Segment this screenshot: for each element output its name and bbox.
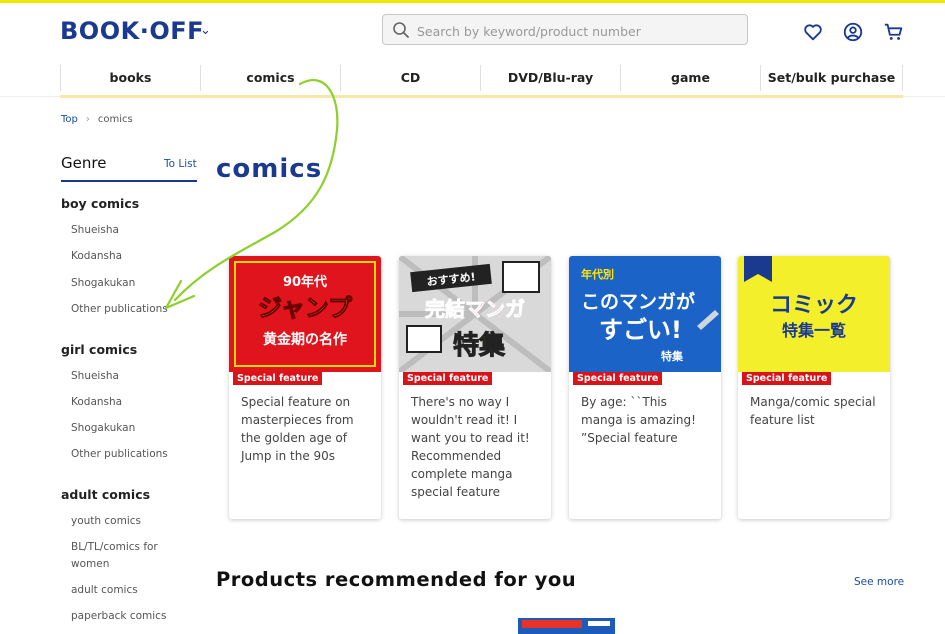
nav-item-set-bulk[interactable]: Set/bulk purchase: [760, 65, 903, 91]
feature-card-comic-list[interactable]: コミック 特集一覧 Special feature Manga/comic sp…: [738, 256, 890, 519]
account-icon[interactable]: [842, 21, 864, 43]
breadcrumb: Top › comics: [61, 114, 133, 125]
search-icon[interactable]: [392, 21, 410, 39]
sidebar-heading-boy-comics[interactable]: boy comics: [61, 196, 139, 211]
breadcrumb-top-link[interactable]: Top: [61, 114, 78, 125]
svg-text:黄金期の名作: 黄金期の名作: [263, 331, 347, 348]
nav-item-game[interactable]: game: [620, 65, 760, 91]
svg-text:年代別: 年代別: [581, 267, 614, 281]
feature-card-jump-90s[interactable]: 90年代 ジャンプ 黄金期の名作 Special feature Special…: [229, 256, 381, 519]
card-description: By age: ``This manga is amazing! ”Specia…: [581, 395, 696, 445]
special-feature-badge: Special feature: [573, 372, 663, 385]
sidebar-item-bl-tl[interactable]: BL/TL/comics for women: [71, 539, 191, 573]
nav-item-dvd-bluray[interactable]: DVD/Blu-ray: [480, 65, 620, 91]
main-nav: books comics CD DVD/Blu-ray game Set/bul…: [60, 65, 903, 91]
svg-text:特集一覧: 特集一覧: [782, 321, 846, 340]
svg-text:90年代: 90年代: [283, 274, 327, 290]
nav-item-books[interactable]: books: [60, 65, 200, 91]
chevron-right-icon: ›: [85, 114, 90, 125]
product-thumbnail[interactable]: [518, 618, 615, 634]
sidebar-heading-adult-comics[interactable]: adult comics: [61, 487, 150, 502]
genre-underline: [61, 180, 197, 182]
sidebar-item-boy-other[interactable]: Other publications: [71, 301, 191, 318]
search-box[interactable]: [382, 14, 748, 45]
sidebar-item-girl-shogakukan[interactable]: Shogakukan: [71, 420, 191, 437]
sidebar-item-paperback[interactable]: paperback comics: [71, 608, 191, 625]
special-feature-badge: Special feature: [403, 372, 493, 385]
search-input[interactable]: [415, 20, 739, 42]
card-banner-complete-manga: おすすめ! 完結マンガ 特集: [399, 256, 551, 372]
svg-text:すごい!: すごい!: [599, 316, 682, 344]
svg-text:コミック: コミック: [770, 293, 858, 318]
svg-text:このマンガが: このマンガが: [581, 290, 695, 313]
nav-item-cd[interactable]: CD: [340, 65, 480, 91]
svg-text:ジャンプ: ジャンプ: [258, 294, 353, 322]
card-banner-comic-list: コミック 特集一覧: [738, 256, 890, 372]
card-description: There's no way I wouldn't read it! I wan…: [411, 395, 530, 499]
sidebar-heading-girl-comics[interactable]: girl comics: [61, 342, 137, 357]
page-title: comics: [216, 154, 323, 184]
sidebar-item-boy-kodansha[interactable]: Kodansha: [71, 248, 191, 265]
card-description: Manga/comic special feature list: [750, 395, 876, 427]
special-feature-badge: Special feature: [742, 372, 832, 385]
sidebar-item-girl-other[interactable]: Other publications: [71, 446, 191, 463]
sidebar-item-boy-shogakukan[interactable]: Shogakukan: [71, 275, 191, 292]
sidebar-item-girl-shueisha[interactable]: Shueisha: [71, 368, 191, 385]
chevron-down-icon[interactable]: ⌄: [200, 23, 211, 38]
to-list-link[interactable]: To List: [164, 158, 197, 170]
card-description: Special feature on masterpieces from the…: [241, 395, 354, 463]
svg-text:完結マンガ: 完結マンガ: [425, 297, 525, 321]
special-feature-badge: Special feature: [233, 372, 323, 385]
see-more-link[interactable]: See more: [854, 576, 904, 588]
decorative-strip: [60, 95, 903, 98]
heart-icon[interactable]: [802, 21, 824, 43]
cart-icon[interactable]: [883, 21, 905, 43]
card-banner-jump: 90年代 ジャンプ 黄金期の名作: [229, 256, 381, 372]
svg-text:特集: 特集: [453, 330, 506, 361]
product-cover-image: [518, 618, 615, 634]
nav-item-comics[interactable]: comics: [200, 65, 340, 91]
bookoff-logo[interactable]: BOOK·OFF: [60, 17, 204, 45]
svg-text:特集: 特集: [661, 349, 684, 363]
genre-heading: Genre: [61, 154, 107, 172]
site-header: BOOK·OFF ⌄: [0, 3, 945, 61]
feature-card-complete-manga[interactable]: おすすめ! 完結マンガ 特集 Special feature There's n…: [399, 256, 551, 519]
sidebar-item-youth-comics[interactable]: youth comics: [71, 513, 191, 530]
sidebar-item-boy-shueisha[interactable]: Shueisha: [71, 222, 191, 239]
card-banner-by-age: 年代別 このマンガが すごい! 特集: [569, 256, 721, 372]
feature-card-by-age[interactable]: 年代別 このマンガが すごい! 特集 Special feature By ag…: [569, 256, 721, 519]
recommended-heading: Products recommended for you: [216, 568, 577, 591]
sidebar-item-girl-kodansha[interactable]: Kodansha: [71, 394, 191, 411]
sidebar-item-adult-comics[interactable]: adult comics: [71, 582, 191, 599]
breadcrumb-current: comics: [97, 114, 133, 125]
